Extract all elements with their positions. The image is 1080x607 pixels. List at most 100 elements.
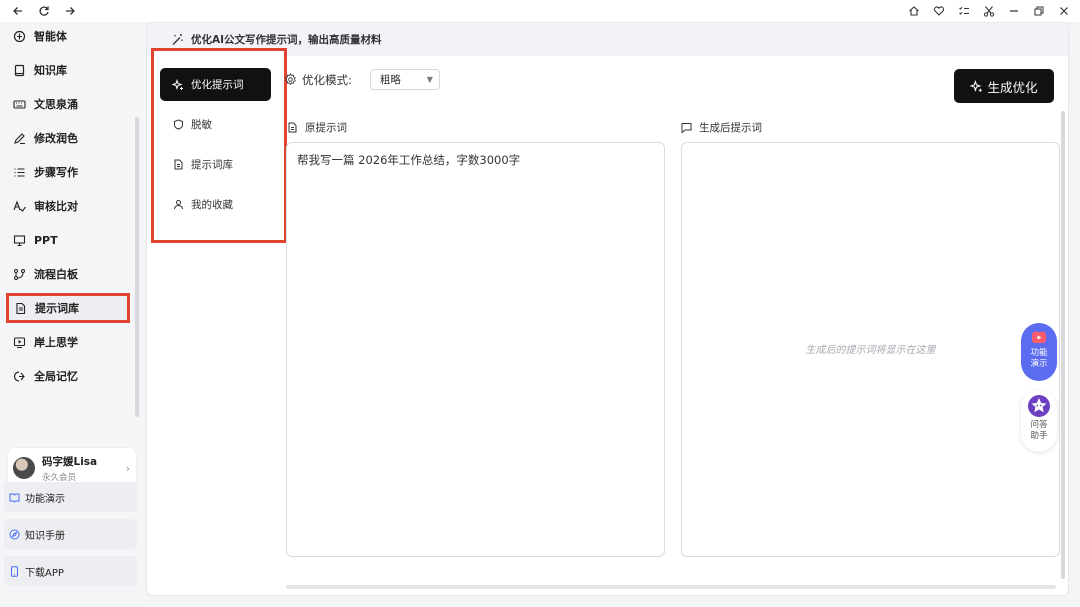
generate-optimize-button[interactable]: 生成优化 [954,69,1054,103]
submenu-item-optimize[interactable]: 优化提示词 [160,68,271,101]
sidebar-item-label: 审核比对 [34,200,78,213]
sidebar-item-label: 岸上思学 [34,336,78,349]
sidebar-item-review[interactable]: 审核比对 [6,191,130,221]
sidebar-item-label: PPT [34,233,58,247]
qa-line1: 问答 [1030,420,1048,430]
pen-icon [12,131,26,145]
avatar [13,457,35,479]
result-placeholder: 生成后的提示词将显示在这里 [805,345,936,356]
compass-icon [8,528,20,540]
back-arrow-icon[interactable] [10,3,26,19]
sidebar-item-label: 修改润色 [34,132,78,145]
banner-text: 优化AI公文写作提示词，输出高质量材料 [191,34,382,46]
sidebar: 智能体 知识库 文思泉涌 修改润色 步骤写作 审核比对 PPT 流程白板 提示词… [0,22,146,607]
presentation-icon [12,233,26,247]
sidebar-item-label: 全局记忆 [34,370,78,383]
chevron-right-icon: › [125,461,130,475]
generate-button-label: 生成优化 [987,79,1038,95]
sidebar-item-label: 步骤写作 [34,166,78,179]
result-prompt-output[interactable]: 生成后的提示词将显示在这里 [681,142,1060,557]
assistant-star-icon [1027,394,1051,418]
sidebar-item-learning[interactable]: 岸上思学 [6,327,130,357]
horizontal-scrollbar[interactable] [286,585,1056,589]
submenu-item-favorites[interactable]: 我的收藏 [160,188,271,221]
sidebar-item-prompt-library[interactable]: 提示词库 [6,293,130,323]
sidebar-item-label: 知识库 [34,64,67,77]
submenu-item-label: 我的收藏 [191,199,233,211]
sparkle-icon [172,78,184,91]
demo-line2: 演示 [1030,359,1048,369]
book-open-icon [8,491,20,503]
title-bar [0,0,1080,22]
floating-qa-button[interactable]: 问答 助手 [1021,390,1057,452]
submenu-item-label: 优化提示词 [191,79,244,91]
forward-arrow-icon[interactable] [62,3,78,19]
sidebar-item-writing[interactable]: 文思泉涌 [6,89,130,119]
bottom-link-label: 下载APP [25,567,64,579]
sidebar-item-flow[interactable]: 流程白板 [6,259,130,289]
keyboard-icon [12,97,26,111]
gear-icon [284,72,298,87]
sidebar-item-steps[interactable]: 步骤写作 [6,157,130,187]
main-panel: 优化AI公文写作提示词，输出高质量材料 优化提示词 脱敏 提示词库 我的收藏 优… [146,22,1069,596]
download-app-link[interactable]: 下载APP [4,556,137,586]
sidebar-item-polish[interactable]: 修改润色 [6,123,130,153]
magic-wand-icon [171,33,185,46]
sidebar-item-knowledge[interactable]: 知识库 [6,55,130,85]
mode-label: 优化模式: [302,72,352,87]
main-scrollbar[interactable] [1061,111,1065,579]
feature-demo-link[interactable]: 功能演示 [4,482,137,512]
submenu-item-label: 脱敏 [191,119,212,131]
heart-icon[interactable] [931,3,947,19]
sparkle-icon [970,79,983,93]
check-text-icon [12,199,26,213]
submenu-item-label: 提示词库 [191,159,233,171]
agent-icon [12,29,26,43]
original-prompt-text[interactable]: 帮我写一篇 2026年工作总结，字数3000字 [287,143,664,177]
sidebar-item-agent[interactable]: 智能体 [6,21,130,51]
original-prompt-label: 原提示词 [287,120,347,135]
mode-value: 粗略 [379,74,401,86]
close-icon[interactable] [1056,3,1072,19]
submenu-item-library[interactable]: 提示词库 [160,148,271,181]
floating-demo-button[interactable]: 功能 演示 [1021,323,1057,381]
refresh-icon[interactable] [36,3,52,19]
sidebar-scrollbar[interactable] [135,117,139,417]
bottom-link-label: 知识手册 [25,530,65,542]
mode-select[interactable]: 粗略 ▼ [369,69,440,90]
restore-icon[interactable] [1031,3,1047,19]
bottom-link-label: 功能演示 [25,493,65,505]
play-icon [1030,329,1048,345]
document-icon [287,122,299,134]
qa-line2: 助手 [1030,431,1048,441]
knowledge-manual-link[interactable]: 知识手册 [4,519,137,549]
checklist-icon[interactable] [956,3,972,19]
sidebar-item-ppt[interactable]: PPT [6,225,130,255]
original-prompt-input[interactable]: 帮我写一篇 2026年工作总结，字数3000字 [286,142,665,557]
result-label-text: 生成后提示词 [699,122,762,134]
minimize-icon[interactable] [1006,3,1022,19]
chevron-down-icon: ▼ [426,75,433,84]
home-icon[interactable] [906,3,922,19]
flow-icon [12,267,26,281]
original-label-text: 原提示词 [305,122,347,134]
sidebar-item-label: 智能体 [34,30,67,43]
user-name: 码字媛Lisa [42,455,98,468]
demo-line1: 功能 [1030,348,1048,358]
list-icon [12,165,26,179]
user-icon [172,199,184,211]
sidebar-item-memory[interactable]: 全局记忆 [6,361,130,391]
file-icon [172,159,184,171]
sidebar-item-label: 流程白板 [34,268,78,281]
document-icon [13,301,27,315]
sidebar-item-label: 文思泉涌 [34,98,78,111]
scissors-icon[interactable] [981,3,997,19]
submenu-item-desensitize[interactable]: 脱敏 [160,108,271,141]
chat-bubble-icon [681,122,693,134]
user-membership: 永久会员 [42,472,77,483]
phone-icon [8,565,20,577]
optimize-mode-row: 优化模式: 粗略 ▼ [284,69,440,90]
memory-icon [12,369,26,383]
result-prompt-label: 生成后提示词 [681,120,762,135]
sidebar-item-label: 提示词库 [35,302,79,315]
